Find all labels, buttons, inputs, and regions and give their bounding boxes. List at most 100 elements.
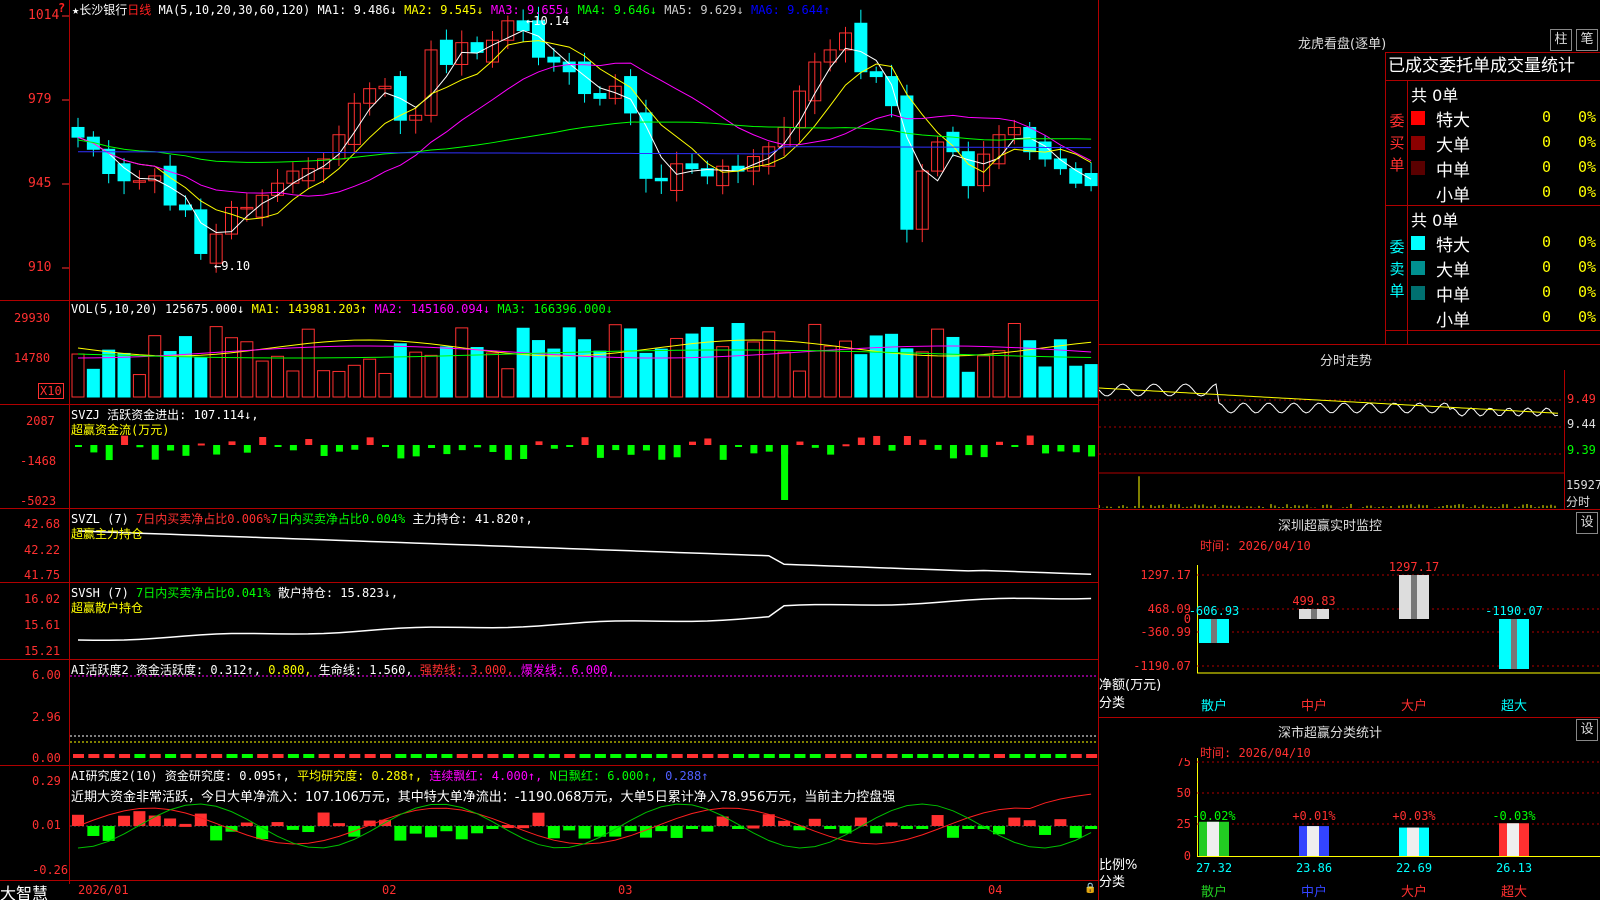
activity-bar xyxy=(1009,754,1021,758)
order-type-label: 特大 xyxy=(1436,236,1470,256)
flow-bar xyxy=(105,445,113,461)
intraday-chart[interactable] xyxy=(1099,370,1600,510)
svzl-axis-0: 42.68 xyxy=(24,517,61,531)
research-bar xyxy=(517,825,530,829)
order-color-icon xyxy=(1411,111,1425,125)
flow-bar xyxy=(228,441,236,445)
research-bar xyxy=(210,826,223,841)
ai1-axis-2: 0.00 xyxy=(32,751,61,765)
classify-settings-button[interactable]: 设 xyxy=(1576,719,1598,741)
bar-mode-button[interactable]: 柱 xyxy=(1550,29,1572,51)
activity-bar xyxy=(395,754,407,758)
volume-panel xyxy=(71,322,1098,398)
svzj-title: SVZJ xyxy=(71,408,100,422)
volume-bar xyxy=(700,326,714,398)
flow-bar xyxy=(474,445,482,448)
order-color-icon xyxy=(1411,261,1425,275)
candle-body xyxy=(71,126,85,138)
research-bar xyxy=(425,826,438,838)
monitor-bar-shade xyxy=(1511,619,1517,669)
flow-bar xyxy=(351,445,359,450)
stock-name: 长沙银行 xyxy=(79,3,128,17)
volume-bar xyxy=(271,355,285,398)
flow-bar xyxy=(873,435,881,445)
volume-bar xyxy=(1007,322,1021,398)
flow-bar xyxy=(1057,445,1065,452)
buy-total: 共 0单 xyxy=(1411,86,1459,105)
monitor-cat-name: 分类 xyxy=(1099,696,1125,711)
tick-mode-button[interactable]: 笔 xyxy=(1576,29,1598,51)
research-bar xyxy=(164,818,177,826)
volume-bar xyxy=(608,324,622,398)
classify-change: -0.02% xyxy=(1192,809,1236,823)
flow-bar xyxy=(719,445,727,460)
research-bar xyxy=(271,822,284,826)
intraday-vol-axis: 15927 xyxy=(1566,478,1600,492)
flow-bar xyxy=(213,445,221,455)
flow-bar xyxy=(305,439,313,445)
activity-bar xyxy=(932,754,944,758)
research-bar xyxy=(133,811,146,826)
order-count: 0 xyxy=(1542,283,1552,301)
flow-bar xyxy=(489,445,497,453)
volume-bar xyxy=(915,351,929,398)
order-type-label: 大单 xyxy=(1436,136,1470,156)
activity-bar xyxy=(487,754,499,758)
monitor-settings-button[interactable]: 设 xyxy=(1576,512,1598,534)
activity-bar xyxy=(579,754,591,758)
svsh-line xyxy=(77,597,1092,642)
ai2-a: 资金研究度: 0.095↑, xyxy=(164,769,290,783)
period-label[interactable]: 日线 xyxy=(127,3,151,17)
candle-body xyxy=(1023,126,1037,153)
candle-body xyxy=(885,76,899,107)
monitor-value: -606.93 xyxy=(1189,604,1240,618)
activity-bar xyxy=(134,754,146,758)
monitor-category: 中户 xyxy=(1301,698,1327,714)
research-bar xyxy=(240,822,253,826)
activity-bar xyxy=(103,754,115,758)
classify-value: 22.69 xyxy=(1396,861,1432,875)
research-bar xyxy=(1039,826,1052,835)
monitor-category: 大户 xyxy=(1401,698,1427,714)
vol-header: VOL(5,10,20) 125675.000↓ MA1: 143981.203… xyxy=(71,302,613,316)
ai2-c: 连续飘红: 4.000↑, xyxy=(429,769,543,783)
volume-bar xyxy=(716,346,730,398)
activity-bar xyxy=(426,754,438,758)
volume-bar xyxy=(363,358,377,398)
low-mark: ←9.10 xyxy=(214,259,251,273)
activity-bar xyxy=(165,754,177,758)
order-color-icon xyxy=(1411,161,1425,175)
research-bar xyxy=(655,826,668,832)
flow-bar xyxy=(888,445,896,451)
research-bar xyxy=(547,826,560,839)
volume-bar xyxy=(992,350,1006,398)
volume-bar xyxy=(1038,366,1052,398)
flow-bar xyxy=(750,445,758,454)
volume-bar xyxy=(562,327,576,398)
volume-bar xyxy=(593,350,607,398)
research-bar xyxy=(578,826,591,839)
flow-bar xyxy=(412,445,420,457)
sell-label: 委卖单 xyxy=(1389,238,1405,300)
activity-bar xyxy=(625,754,637,758)
flow-bar xyxy=(658,445,666,460)
buy-label: 委买单 xyxy=(1389,112,1405,174)
flow-bar xyxy=(857,437,865,445)
vol-unit-button[interactable]: X10 xyxy=(38,383,64,399)
volume-bar xyxy=(301,328,315,398)
activity-bar xyxy=(410,754,422,758)
volume-bar xyxy=(163,351,177,398)
flow-bar xyxy=(934,445,942,450)
svzj-panel xyxy=(75,435,1096,500)
ma-value: MA1: 9.486↓ xyxy=(317,3,405,17)
svsh-panel xyxy=(77,597,1092,642)
research-bar xyxy=(563,826,576,831)
candle-body xyxy=(1084,173,1098,187)
lock-icon[interactable]: 🔒 xyxy=(1084,883,1096,894)
activity-bar xyxy=(211,754,223,758)
volume-bar xyxy=(439,346,453,398)
intraday-title: 分时走势 xyxy=(1320,354,1373,369)
price-panel xyxy=(62,6,1098,273)
flow-bar xyxy=(965,445,973,456)
flow-bar xyxy=(274,445,282,447)
